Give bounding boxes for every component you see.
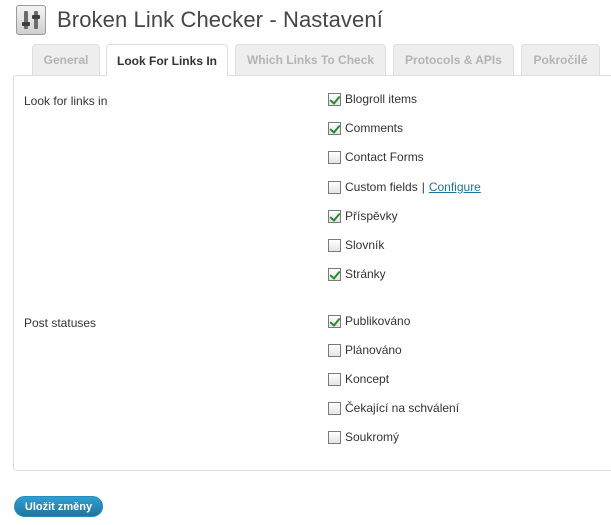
option-contact-forms[interactable]: Contact Forms [328,149,424,165]
post-statuses-label: Post statuses [24,316,97,330]
option-comments[interactable]: Comments [328,120,403,136]
soukromy-checkbox[interactable] [328,430,341,444]
option-label: Čekající na schválení [345,401,460,415]
tab-advanced[interactable]: Pokročilé [521,44,600,75]
page-title: Broken Link Checker - Nastavení [57,7,383,32]
option-label: Comments [345,121,404,135]
planovano-checkbox[interactable] [328,343,341,357]
option-label: Stránky [345,267,386,281]
option-label: Slovník [345,238,385,252]
custom-fields-checkbox[interactable] [328,180,341,194]
tab-general[interactable]: General [32,44,100,75]
option-prispevky[interactable]: Příspěvky [328,208,398,224]
koncept-checkbox[interactable] [328,372,341,386]
option-label: Soukromý [345,430,400,444]
option-slovnik[interactable]: Slovník [328,237,384,253]
slovnik-checkbox[interactable] [328,238,341,252]
contact-forms-checkbox[interactable] [328,150,341,164]
option-label: Koncept [345,372,390,386]
option-label: Plánováno [345,343,402,357]
option-label: Custom fields [345,180,418,194]
settings-tabs: General Look For Links In Which Links To… [0,44,611,76]
option-soukromy[interactable]: Soukromý [328,429,399,445]
prispevky-checkbox[interactable] [328,209,341,223]
option-koncept[interactable]: Koncept [328,371,389,387]
look-for-links-label: Look for links in [24,94,108,108]
option-blogroll-items[interactable]: Blogroll items [328,91,417,107]
option-stranky[interactable]: Stránky [328,266,386,282]
settings-panel [13,75,611,471]
cekajici-na-schvaleni-checkbox[interactable] [328,401,341,415]
option-label: Příspěvky [345,209,398,223]
configure-link[interactable]: Configure [429,180,481,194]
comments-checkbox[interactable] [328,121,341,135]
option-cekajici-na-schvaleni[interactable]: Čekající na schválení [328,400,459,416]
option-label: Blogroll items [345,92,418,106]
separator: | [421,180,425,194]
stranky-checkbox[interactable] [328,267,341,281]
option-label: Contact Forms [345,150,424,164]
page-header: Broken Link Checker - Nastavení [16,3,383,37]
settings-sliders-icon [16,5,46,35]
publikovano-checkbox[interactable] [328,314,341,328]
option-planovano[interactable]: Plánováno [328,342,402,358]
save-changes-button[interactable]: Uložit změny [14,496,103,517]
option-publikovano[interactable]: Publikováno [328,313,410,329]
blogroll-items-checkbox[interactable] [328,92,341,106]
tab-look-for-links-in[interactable]: Look For Links In [106,44,228,76]
tab-which-links-to-check[interactable]: Which Links To Check [235,44,386,75]
option-custom-fields[interactable]: Custom fields | Configure [328,179,481,195]
tab-protocols-apis[interactable]: Protocols & APIs [393,44,514,75]
option-label: Publikováno [345,314,411,328]
